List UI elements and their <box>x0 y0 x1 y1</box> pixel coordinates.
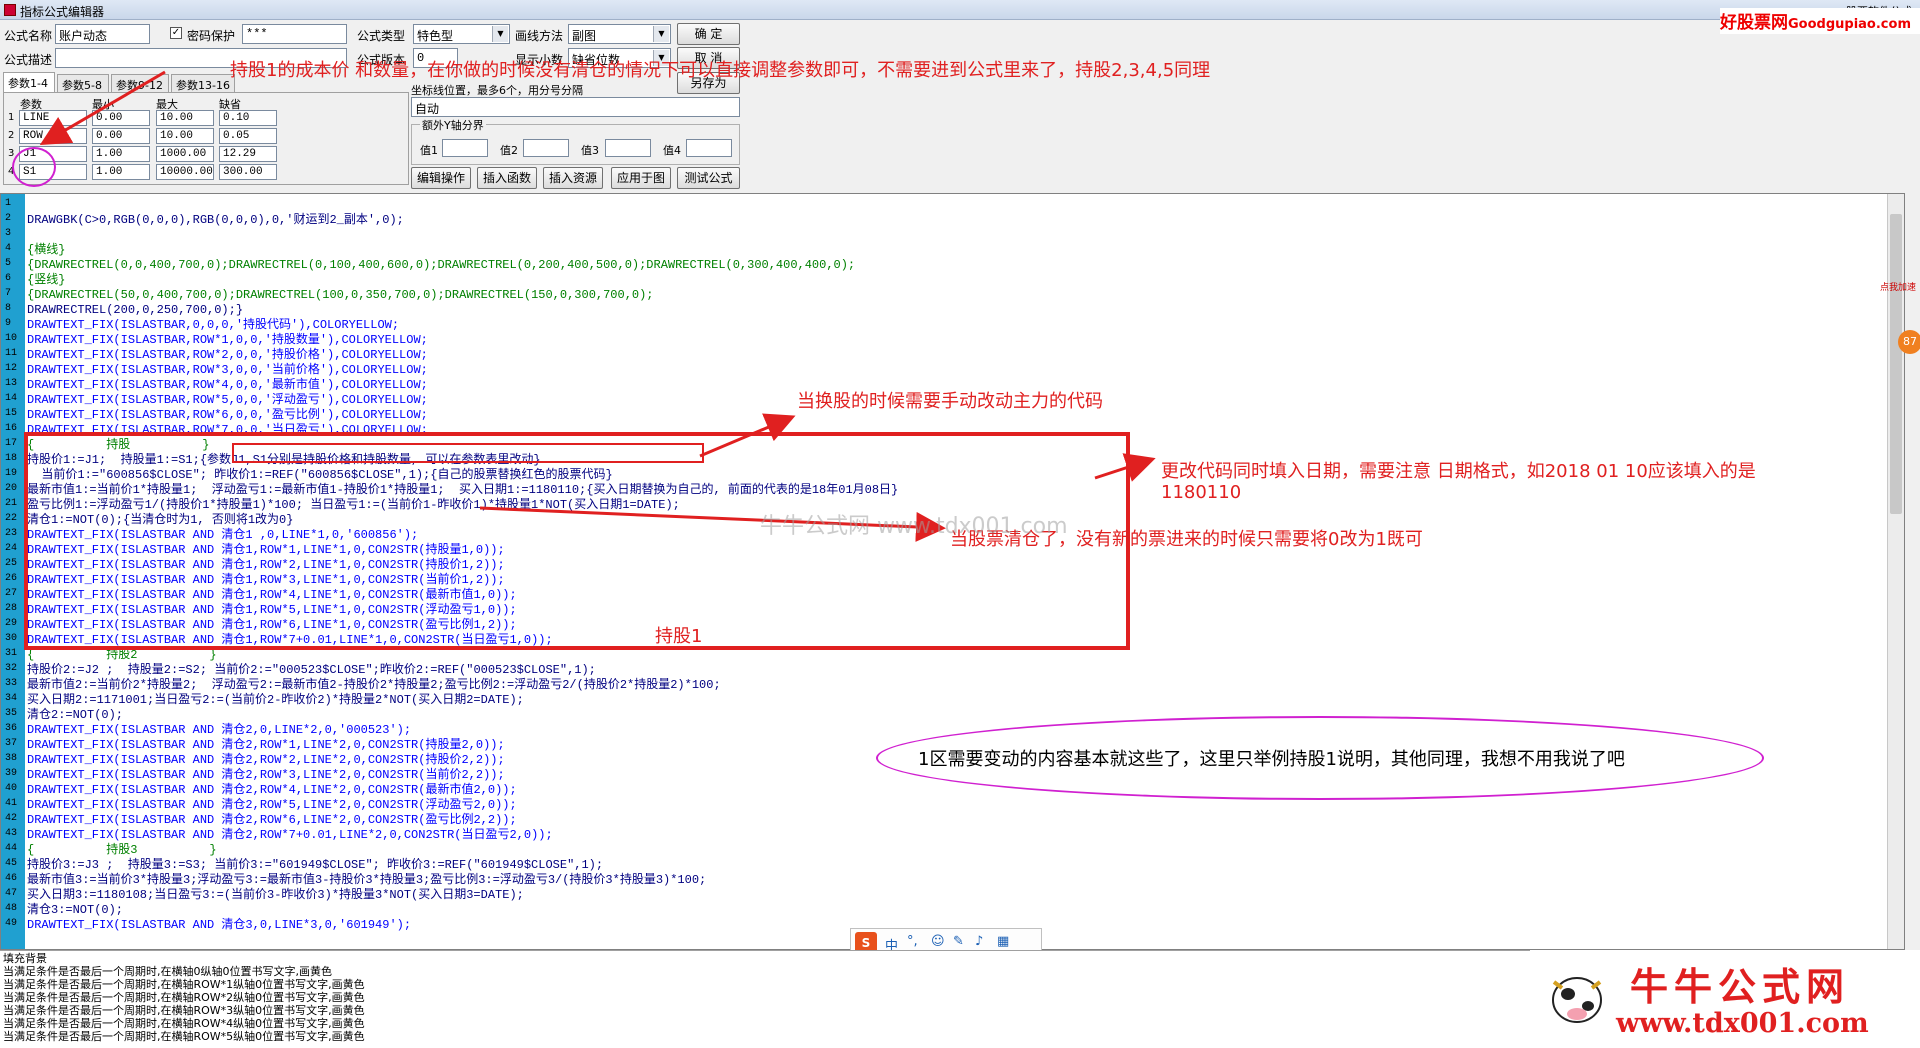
cow-mascot-icon <box>1544 960 1610 1030</box>
watermark: 牛牛公式网 www.tdx001.com <box>760 514 1068 539</box>
niuniu-title: 牛牛公式网 <box>1630 964 1851 1009</box>
annotation-summary: 1区需要变动的内容基本就这些了，这里只举例持股1说明，其他同理，我想不用我说了吧 <box>918 749 1625 770</box>
arrow-top <box>39 70 166 146</box>
status-line: 当满足条件是否最后一个周期时,在横轴ROW*3纵轴0位置书写文字,画黄色 <box>3 1004 365 1017</box>
annotation-switch: 当换股的时候需要手动改动主力的代码 <box>797 391 1103 412</box>
annotation-date-line2: 1180110 <box>1161 482 1242 503</box>
side-badge[interactable]: 点我加速 87 <box>1880 280 1920 360</box>
side-badge-count: 87 <box>1898 330 1920 354</box>
status-line: 当满足条件是否最后一个周期时,在横轴ROW*1纵轴0位置书写文字,画黄色 <box>3 978 365 991</box>
status-line: 当满足条件是否最后一个周期时,在横轴ROW*5纵轴0位置书写文字,画黄色 <box>3 1030 365 1043</box>
emoji-icon[interactable]: ☺ <box>931 934 945 949</box>
pen-icon[interactable]: ✎ <box>953 934 964 949</box>
status-panel: 填充背景 当满足条件是否最后一个周期时,在横轴0纵轴0位置书写文字,画黄色 当满足条… <box>0 950 1530 1048</box>
side-badge-label: 点我加速 <box>1880 283 1917 293</box>
grid-icon[interactable]: ▦ <box>997 934 1009 949</box>
status-line: 填充背景 <box>3 952 47 965</box>
niuniu-url: www.tdx001.com <box>1616 1008 1869 1039</box>
status-line: 当满足条件是否最后一个周期时,在横轴ROW*2纵轴0位置书写文字,画黄色 <box>3 991 365 1004</box>
status-line: 当满足条件是否最后一个周期时,在横轴0纵轴0位置书写文字,画黄色 <box>3 965 332 978</box>
highlight-box-params <box>232 443 704 463</box>
annotation-date-line1: 更改代码同时填入日期，需要注意 日期格式，如2018 01 10应该填入的是 <box>1161 461 1756 482</box>
punctuation-icon[interactable]: °, <box>907 934 918 949</box>
highlight-box-hold1 <box>24 432 1130 650</box>
microphone-icon[interactable]: ♪ <box>975 934 983 949</box>
status-line: 当满足条件是否最后一个周期时,在横轴ROW*4纵轴0位置书写文字,画黄色 <box>3 1017 365 1030</box>
niuniu-logo: 牛牛公式网 www.tdx001.com <box>1530 950 1920 1048</box>
